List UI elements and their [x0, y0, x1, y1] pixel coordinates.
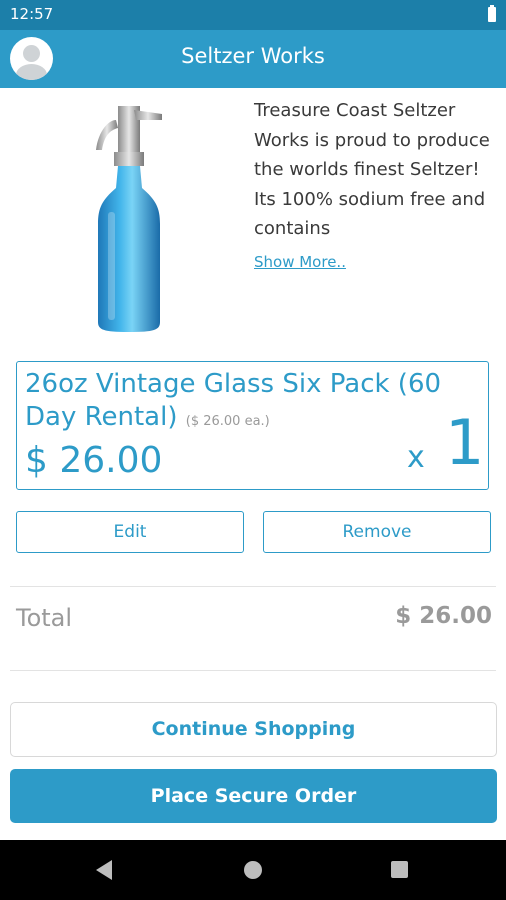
remove-button[interactable]: Remove — [263, 511, 491, 553]
recent-apps-icon[interactable] — [391, 861, 408, 878]
battery-icon — [488, 5, 496, 22]
divider — [10, 586, 496, 587]
product-description: Treasure Coast Seltzer Works is proud to… — [254, 100, 490, 239]
item-price: $ 26.00 — [25, 440, 163, 481]
divider — [10, 670, 496, 671]
show-more-link[interactable]: Show More.. — [254, 253, 346, 271]
navigation-bar — [0, 840, 506, 900]
place-order-button[interactable]: Place Secure Order — [10, 769, 497, 823]
unit-price: ($ 26.00 ea.) — [185, 414, 270, 429]
app-title: Seltzer Works — [181, 44, 325, 68]
total-value: $ 26.00 — [395, 603, 492, 629]
item-name-block: 26oz Vintage Glass Six Pack (60 Day Rent… — [25, 368, 465, 438]
total-label: Total — [16, 604, 73, 632]
back-icon[interactable] — [96, 860, 112, 880]
continue-shopping-button[interactable]: Continue Shopping — [10, 702, 497, 757]
status-time: 12:57 — [10, 5, 54, 23]
quantity-prefix: x — [407, 440, 425, 475]
edit-button[interactable]: Edit — [16, 511, 244, 553]
seltzer-bottle-image — [96, 106, 162, 332]
home-icon[interactable] — [244, 861, 262, 879]
cart-item: 26oz Vintage Glass Six Pack (60 Day Rent… — [16, 361, 489, 490]
status-bar: 12:57 — [0, 0, 506, 30]
item-quantity: 1 — [445, 406, 485, 479]
app-bar: Seltzer Works — [0, 30, 506, 88]
